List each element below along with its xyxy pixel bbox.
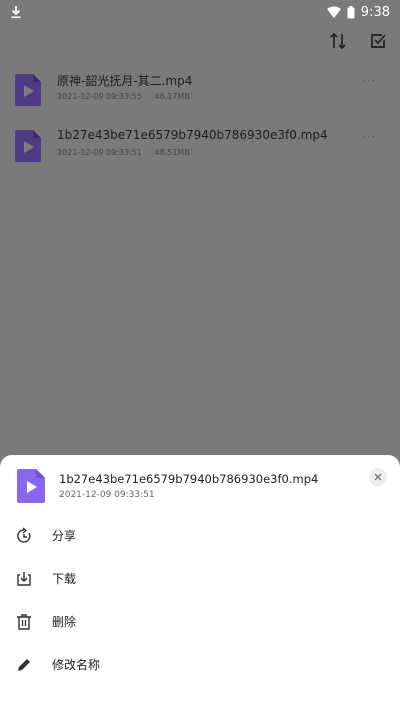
action-delete[interactable]: 删除 [0, 603, 400, 643]
file-size: 48.51MB [154, 148, 190, 157]
action-label: 删除 [52, 615, 77, 629]
bottom-sheet: 1b27e43be71e6579b7940b786930e3f0.mp4 202… [0, 455, 400, 710]
toolbar [0, 24, 400, 58]
file-size: 46.17MB [154, 92, 190, 101]
action-share[interactable]: 分享 [0, 517, 400, 557]
action-label: 修改名称 [52, 658, 101, 672]
download-icon [11, 6, 21, 19]
sort-icon[interactable] [327, 30, 349, 52]
wifi-icon [326, 6, 341, 18]
file-row[interactable]: 1b27e43be71e6579b7940b786930e3f0.mp4 202… [0, 122, 400, 178]
file-meta: 2021-12-09 09:33:55 46.17MB [57, 92, 200, 101]
file-name: 1b27e43be71e6579b7940b786930e3f0.mp4 [57, 128, 328, 142]
battery-icon [347, 5, 355, 18]
status-time: 9:38 [360, 4, 390, 20]
status-bar: 9:38 [0, 0, 400, 24]
file-name: 原神-韶光抚月-其二.mp4 [57, 74, 193, 88]
sheet-file-date: 2021-12-09 09:33:51 [59, 490, 155, 500]
sheet-file-name: 1b27e43be71e6579b7940b786930e3f0.mp4 [59, 472, 319, 486]
download-icon [17, 572, 31, 586]
more-icon[interactable]: ··· [362, 74, 376, 88]
file-date: 2021-12-09 09:33:55 [57, 92, 142, 101]
close-icon [374, 473, 382, 481]
close-button[interactable] [369, 468, 387, 486]
action-rename[interactable]: 修改名称 [0, 646, 400, 686]
action-label: 下载 [52, 572, 77, 586]
file-date: 2021-12-09 09:33:51 [57, 148, 142, 157]
video-file-icon [17, 469, 45, 503]
share-icon [17, 527, 31, 543]
action-label: 分享 [52, 529, 77, 543]
video-file-icon [15, 74, 41, 106]
pencil-icon [18, 659, 30, 671]
file-meta: 2021-12-09 09:33:51 48.51MB [57, 148, 200, 157]
trash-icon [17, 614, 31, 630]
more-icon[interactable]: ··· [362, 130, 376, 144]
file-row[interactable]: 原神-韶光抚月-其二.mp4 2021-12-09 09:33:55 46.17… [0, 66, 400, 122]
select-icon[interactable] [367, 30, 389, 52]
video-file-icon [15, 130, 41, 162]
action-download[interactable]: 下载 [0, 560, 400, 600]
